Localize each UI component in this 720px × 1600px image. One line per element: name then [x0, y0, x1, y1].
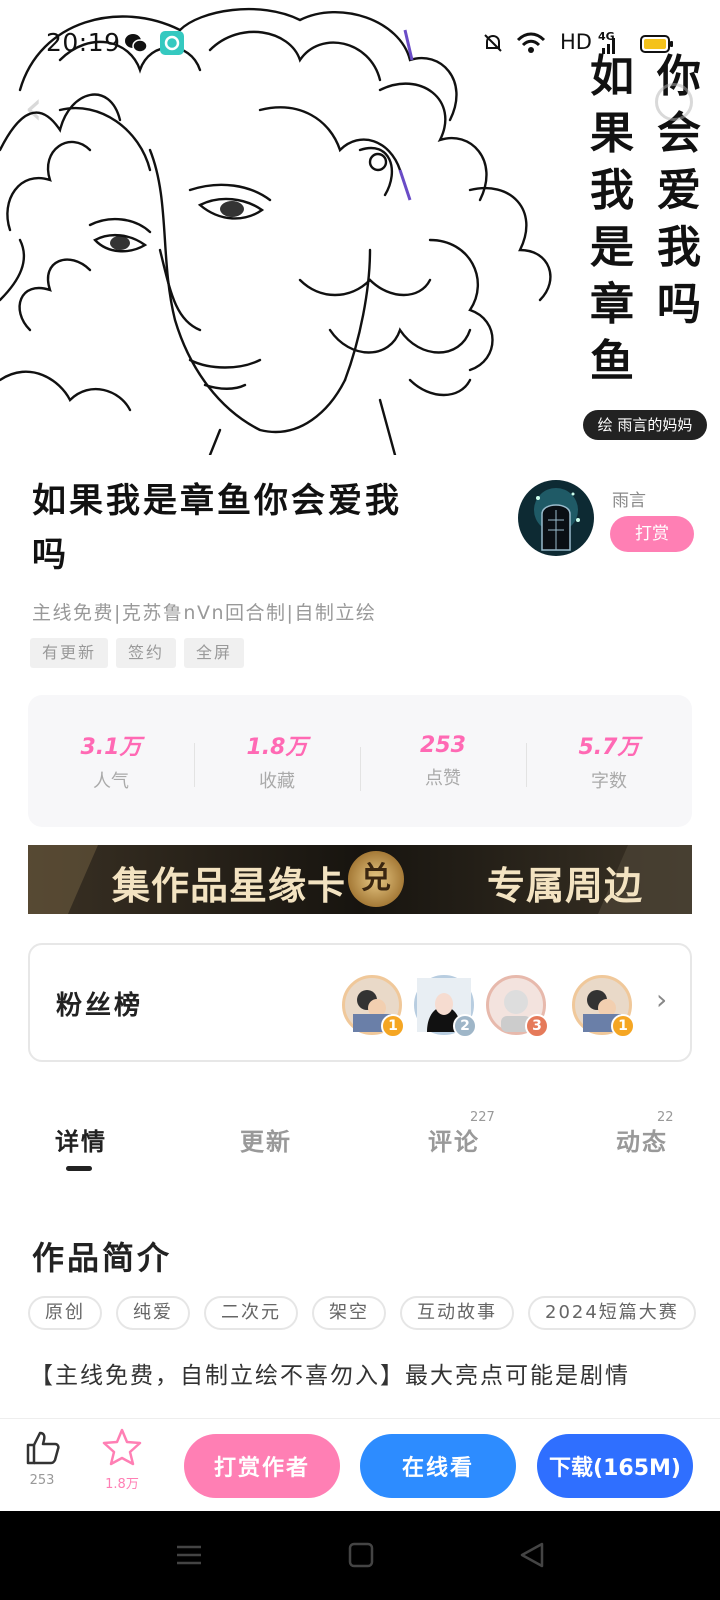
stat-value: 5.7万 — [578, 735, 640, 760]
stats-panel: 3.1万 人气 1.8万 收藏 253 点赞 5.7万 字数 — [28, 695, 692, 827]
fan-avatar[interactable]: 3 — [486, 975, 549, 1038]
signal-icon — [602, 38, 615, 54]
like-count: 253 — [29, 1473, 55, 1488]
genre-chips: 原创 纯爱 二次元 架空 互动故事 2024短篇大赛 — [28, 1296, 720, 1332]
menu-icon[interactable] — [175, 1541, 203, 1569]
chevron-right-icon[interactable]: › — [656, 983, 667, 1016]
banner-text-left: 集作品星缘卡 — [112, 864, 347, 908]
stat-value: 3.1万 — [80, 735, 142, 760]
author-tip-button[interactable]: 打赏 — [610, 516, 694, 552]
tip-author-button[interactable]: 打赏作者 — [184, 1434, 340, 1498]
stat-label: 人气 — [93, 771, 129, 792]
share-icon[interactable] — [655, 83, 693, 121]
detail-tabs: 详情 更新 评论 227 动态 22 — [0, 1110, 720, 1180]
tab-details[interactable]: 详情 — [55, 1122, 107, 1157]
book-title: 如果我是章鱼你会爱我吗 — [32, 481, 402, 575]
genre-chip[interactable]: 架空 — [312, 1296, 386, 1330]
tag-updated: 有更新 — [30, 638, 109, 668]
author-avatar[interactable] — [518, 480, 594, 556]
tag-fullscreen: 全屏 — [184, 638, 245, 668]
book-tags: 有更新 签约 全屏 — [30, 638, 245, 668]
banner-text-right: 专属周边 — [487, 864, 644, 908]
wechat-icon — [125, 34, 148, 53]
status-time: 20:19 — [46, 28, 121, 57]
stat-value: 1.8万 — [246, 735, 308, 760]
favorite-button[interactable]: 1.8万 — [92, 1427, 152, 1492]
stat-label: 点赞 — [425, 767, 461, 789]
tag-signed: 签约 — [116, 638, 177, 668]
like-button[interactable]: 253 — [12, 1427, 72, 1488]
stat-label: 字数 — [591, 771, 627, 792]
network-hd-label: HD — [560, 30, 592, 54]
thumbs-up-icon — [26, 1431, 60, 1465]
redeem-coin-icon: 兑 — [348, 851, 404, 907]
cover-title-left: 如果我是章鱼 — [590, 51, 634, 387]
home-icon[interactable] — [348, 1541, 374, 1569]
stat-word-count: 5.7万 字数 — [526, 729, 692, 793]
cover-author-tag: 绘 雨言的妈妈 — [583, 410, 707, 440]
tab-activity[interactable]: 动态 — [616, 1122, 668, 1157]
genre-chip[interactable]: 互动故事 — [400, 1296, 514, 1330]
fan-avatar[interactable]: 1 — [572, 975, 635, 1038]
back-triangle-icon[interactable] — [518, 1541, 546, 1569]
bottom-action-bar: 253 1.8万 打赏作者 在线看 下载(165M) — [0, 1418, 720, 1511]
cover-image: 你会爱我吗 如果我是章鱼 绘 雨言的妈妈 ‹ 20:19 HD 4G — [0, 0, 720, 455]
mute-bell-icon — [484, 34, 502, 52]
stat-value: 253 — [420, 732, 466, 758]
favorite-count: 1.8万 — [105, 1477, 139, 1492]
genre-chip[interactable]: 纯爱 — [116, 1296, 190, 1330]
author-name[interactable]: 雨言 — [612, 486, 646, 511]
book-subtitle: 主线免费|克苏鲁nVn回合制|自制立绘 — [32, 602, 377, 624]
read-online-button[interactable]: 在线看 — [360, 1434, 516, 1498]
promo-banner[interactable]: 集作品星缘卡 专属周边 兑 — [28, 845, 692, 914]
fan-rank-badge: 3 — [525, 1014, 549, 1038]
fan-rank-badge: 1 — [611, 1014, 635, 1038]
stat-likes: 253 点赞 — [360, 732, 526, 791]
tab-comments[interactable]: 评论 — [428, 1122, 480, 1157]
stat-popularity: 3.1万 人气 — [28, 729, 194, 793]
stat-label: 收藏 — [259, 771, 295, 792]
battery-icon — [640, 35, 673, 53]
banner-text: 集作品星缘卡 专属周边 — [112, 855, 642, 910]
wifi-icon — [516, 32, 546, 53]
stat-favorites: 1.8万 收藏 — [194, 729, 360, 793]
back-icon[interactable]: ‹ — [24, 80, 43, 136]
intro-title: 作品简介 — [32, 1239, 173, 1277]
genre-chip[interactable]: 原创 — [28, 1296, 102, 1330]
fan-rank-badge: 1 — [381, 1014, 405, 1038]
genre-chip[interactable]: 2024短篇大赛 — [528, 1296, 696, 1330]
tab-activity-count: 22 — [657, 1110, 674, 1125]
fan-avatar[interactable]: 1 — [342, 975, 405, 1038]
status-bar: 20:19 HD 4G — [0, 0, 720, 88]
fan-rank-badge: 2 — [453, 1014, 477, 1038]
app-notification-icon — [160, 31, 184, 55]
tab-active-indicator — [66, 1166, 92, 1171]
tab-comments-count: 227 — [470, 1110, 495, 1125]
fans-ranking-title: 粉丝榜 — [56, 991, 144, 1021]
fan-avatar[interactable]: 2 — [414, 975, 477, 1038]
download-button[interactable]: 下载(165M) — [537, 1434, 693, 1498]
fans-ranking[interactable]: 粉丝榜 1 2 3 1 › — [28, 943, 692, 1062]
tab-updates[interactable]: 更新 — [240, 1122, 292, 1157]
system-navigation-bar — [0, 1511, 720, 1600]
star-icon — [102, 1428, 142, 1466]
genre-chip[interactable]: 二次元 — [204, 1296, 298, 1330]
intro-text: 【主线免费，自制立绘不喜勿入】最大亮点可能是剧情 — [30, 1363, 630, 1389]
